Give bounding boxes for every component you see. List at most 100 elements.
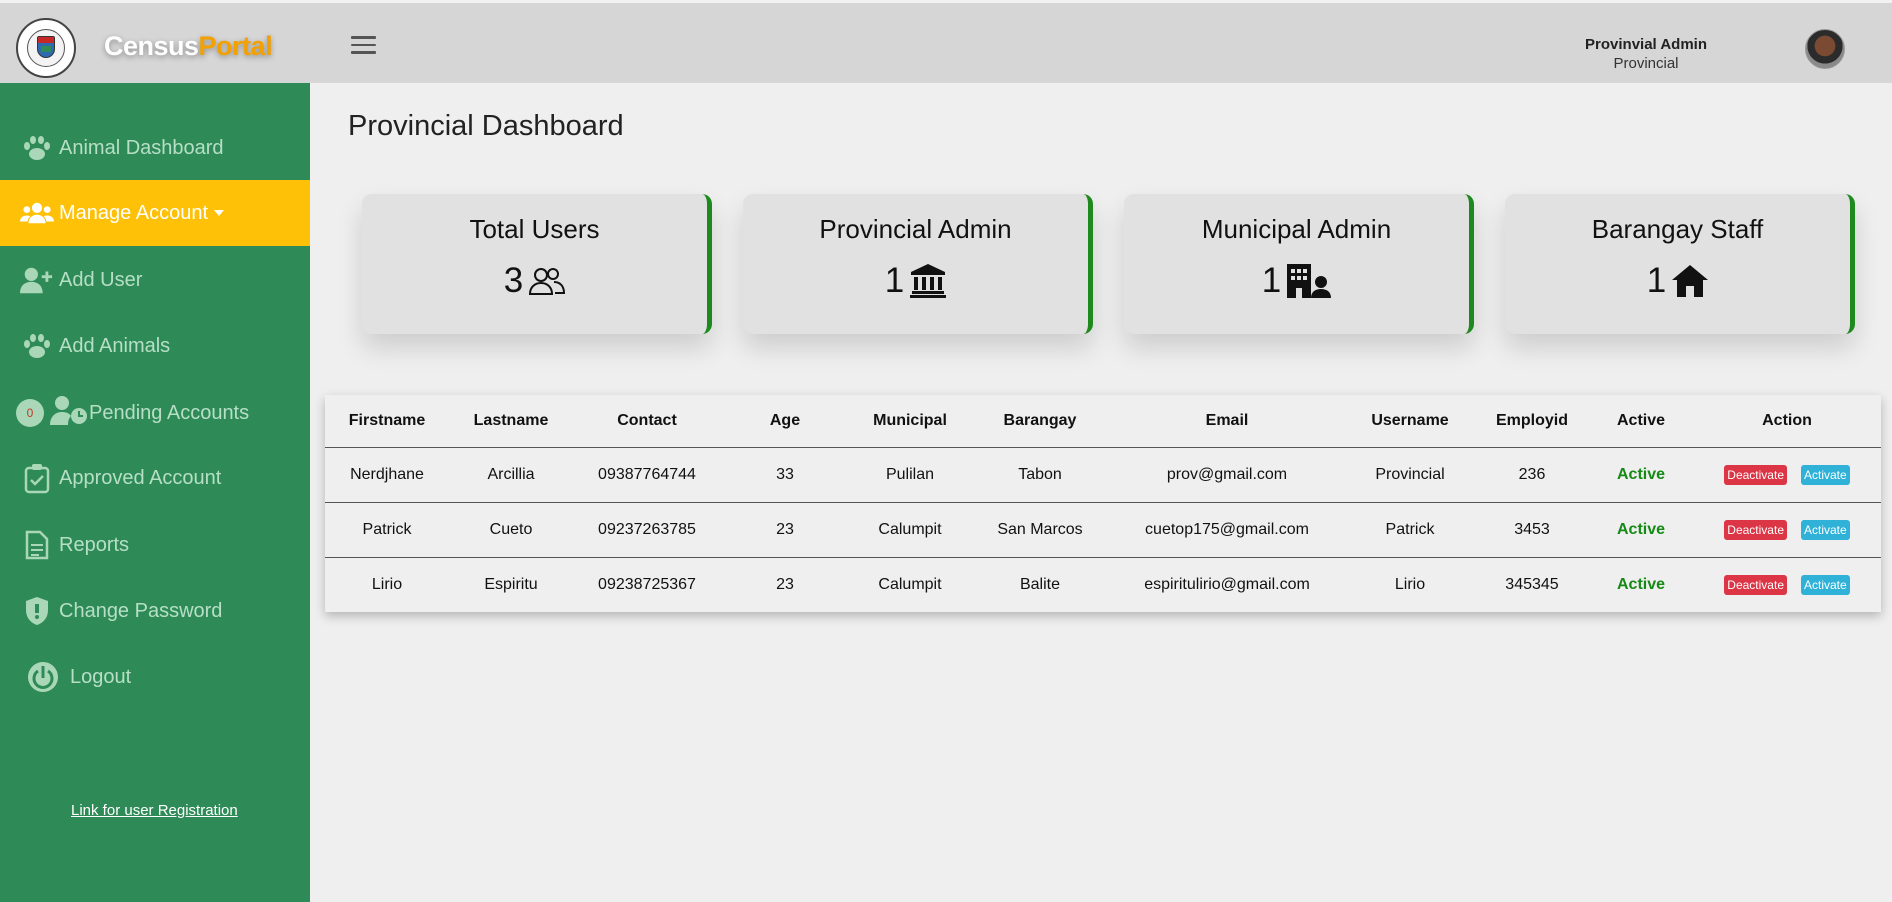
card-value: 1 bbox=[743, 261, 1088, 301]
cell-actions: Deactivate Activate bbox=[1693, 501, 1881, 557]
cell-employid: 3453 bbox=[1475, 501, 1589, 557]
cell-barangay: Tabon bbox=[971, 446, 1109, 502]
card-title: Barangay Staff bbox=[1591, 214, 1764, 244]
building-user-icon bbox=[1287, 264, 1332, 298]
cell-barangay: San Marcos bbox=[971, 501, 1109, 557]
column-header[interactable]: Action bbox=[1693, 395, 1881, 447]
card-value: 3 bbox=[362, 261, 707, 301]
table-row: Patrick Cueto 09237263785 23 Calumpit Sa… bbox=[325, 501, 1881, 557]
table-row: Nerdjhane Arcillia 09387764744 33 Pulila… bbox=[325, 446, 1881, 502]
sidebar-item-label: Reports bbox=[59, 533, 130, 556]
column-header[interactable]: Age bbox=[721, 395, 849, 447]
cell-lastname: Cueto bbox=[449, 501, 573, 557]
cell-age: 23 bbox=[721, 501, 849, 557]
card-municipal-admin: Municipal Admin 1 bbox=[1124, 194, 1474, 334]
sidebar-item-pending-accounts[interactable]: 0 Pending Accounts bbox=[0, 380, 310, 446]
cell-username: Provincial bbox=[1345, 446, 1475, 502]
sidebar-item-logout[interactable]: Logout bbox=[0, 644, 310, 710]
cell-email: cuetop175@gmail.com bbox=[1109, 501, 1345, 557]
provincial-seal-logo bbox=[16, 18, 76, 78]
user-registration-link[interactable]: Link for user Registration bbox=[71, 802, 238, 819]
deactivate-button[interactable]: Deactivate bbox=[1724, 464, 1787, 485]
file-icon bbox=[20, 530, 54, 560]
total-users-count: 3 bbox=[503, 261, 524, 300]
column-header[interactable]: Firstname bbox=[325, 395, 449, 447]
sidebar-item-label: Logout bbox=[70, 665, 132, 688]
avatar[interactable] bbox=[1805, 29, 1845, 69]
municipal-admin-count: 1 bbox=[1261, 261, 1282, 300]
cell-employid: 345345 bbox=[1475, 556, 1589, 612]
column-header[interactable]: Lastname bbox=[449, 395, 573, 447]
cell-employid: 236 bbox=[1475, 446, 1589, 502]
sidebar-item-add-user[interactable]: Add User bbox=[0, 247, 310, 313]
building-columns-icon bbox=[910, 264, 947, 298]
card-title: Provincial Admin bbox=[819, 214, 1012, 244]
sidebar-item-manage-account[interactable]: Manage Account bbox=[0, 180, 310, 246]
manage-account-label: Manage Account bbox=[59, 201, 208, 224]
cell-firstname: Nerdjhane bbox=[325, 446, 449, 502]
column-header[interactable]: Contact bbox=[573, 395, 721, 447]
column-header[interactable]: Active bbox=[1589, 395, 1693, 447]
column-header[interactable]: Username bbox=[1345, 395, 1475, 447]
card-provincial-admin: Provincial Admin 1 bbox=[743, 194, 1093, 334]
provincial-admin-count: 1 bbox=[884, 261, 905, 300]
card-title: Municipal Admin bbox=[1201, 214, 1392, 244]
cell-actions: Deactivate Activate bbox=[1693, 556, 1881, 612]
cell-lastname: Espiritu bbox=[449, 556, 573, 612]
sidebar-item-label: Add User bbox=[59, 268, 143, 291]
users-table: Firstname Lastname Contact Age Municipal… bbox=[325, 395, 1881, 612]
user-name: Provinvial Admin bbox=[1585, 36, 1707, 53]
caret-down-icon bbox=[214, 210, 224, 217]
user-info[interactable]: Provinvial Admin Provincial bbox=[1585, 36, 1707, 72]
activate-button[interactable]: Activate bbox=[1801, 574, 1850, 595]
barangay-staff-count: 1 bbox=[1646, 261, 1667, 300]
cell-age: 33 bbox=[721, 446, 849, 502]
clipboard-check-icon bbox=[20, 463, 54, 494]
cell-active-status: Active bbox=[1589, 556, 1693, 612]
sidebar-item-add-animals[interactable]: Add Animals bbox=[0, 313, 310, 379]
cell-email: prov@gmail.com bbox=[1109, 446, 1345, 502]
shield-icon bbox=[20, 596, 54, 626]
sidebar-item-change-password[interactable]: Change Password bbox=[0, 578, 310, 644]
table-header-row: Firstname Lastname Contact Age Municipal… bbox=[325, 395, 1881, 447]
paw-icon bbox=[20, 133, 54, 163]
page-title: Provincial Dashboard bbox=[348, 110, 624, 142]
column-header[interactable]: Municipal bbox=[849, 395, 971, 447]
cell-email: espiritulirio@gmail.com bbox=[1109, 556, 1345, 612]
main-content: Provincial Dashboard Total Users 3 Provi… bbox=[310, 83, 1892, 902]
cell-lastname: Arcillia bbox=[449, 446, 573, 502]
activate-button[interactable]: Activate bbox=[1801, 464, 1850, 485]
column-header[interactable]: Email bbox=[1109, 395, 1345, 447]
cell-username: Patrick bbox=[1345, 501, 1475, 557]
cell-username: Lirio bbox=[1345, 556, 1475, 612]
user-group-icon bbox=[529, 267, 566, 295]
sidebar-item-label: Change Password bbox=[59, 599, 223, 622]
cell-contact: 09237263785 bbox=[573, 501, 721, 557]
activate-button[interactable]: Activate bbox=[1801, 519, 1850, 540]
sidebar-item-approved-account[interactable]: Approved Account bbox=[0, 445, 310, 511]
house-icon bbox=[1672, 265, 1709, 297]
column-header[interactable]: Barangay bbox=[971, 395, 1109, 447]
cell-municipal: Calumpit bbox=[849, 556, 971, 612]
column-header[interactable]: Employid bbox=[1475, 395, 1589, 447]
menu-toggle-button[interactable] bbox=[351, 36, 376, 55]
deactivate-button[interactable]: Deactivate bbox=[1724, 574, 1787, 595]
cell-active-status: Active bbox=[1589, 446, 1693, 502]
user-role: Provincial bbox=[1613, 55, 1679, 72]
sidebar: Animal Dashboard Manage Account Add User… bbox=[0, 83, 310, 902]
deactivate-button[interactable]: Deactivate bbox=[1724, 519, 1787, 540]
brand-title[interactable]: CensusPortal bbox=[104, 31, 273, 62]
table-row: Lirio Espiritu 09238725367 23 Calumpit B… bbox=[325, 556, 1881, 612]
sidebar-item-animal-dashboard[interactable]: Animal Dashboard bbox=[0, 115, 310, 181]
cell-age: 23 bbox=[721, 556, 849, 612]
sidebar-item-label: Approved Account bbox=[59, 466, 222, 489]
cell-active-status: Active bbox=[1589, 501, 1693, 557]
brand-census: Census bbox=[104, 31, 199, 61]
sidebar-item-label: Manage Account bbox=[59, 202, 224, 225]
top-bar: CensusPortal Provinvial Admin Provincial bbox=[0, 0, 1892, 83]
paw-icon bbox=[20, 331, 54, 361]
card-total-users: Total Users 3 bbox=[362, 194, 712, 334]
power-icon bbox=[26, 662, 60, 692]
sidebar-item-reports[interactable]: Reports bbox=[0, 512, 310, 578]
card-title: Total Users bbox=[469, 214, 600, 244]
